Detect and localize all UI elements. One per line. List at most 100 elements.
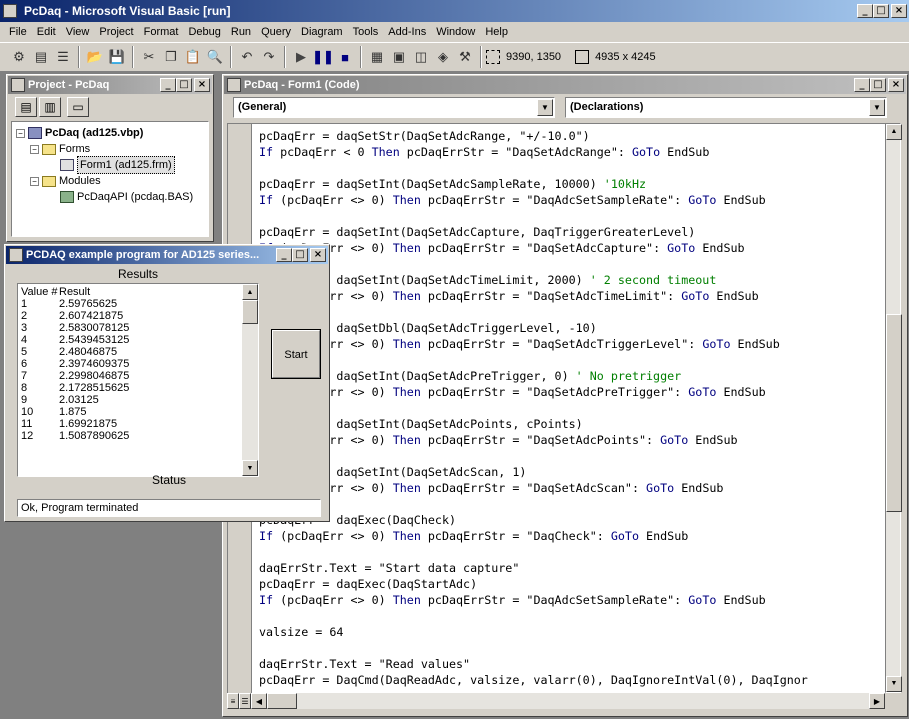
list-item[interactable]: 8 2.1728515625 — [21, 382, 239, 394]
code-line[interactable]: If (pcDaqErr <> 0) Then pcDaqErrStr = "D… — [259, 592, 808, 608]
undo-icon[interactable]: ↶ — [236, 46, 258, 68]
break-icon[interactable]: ❚❚ — [312, 46, 334, 68]
list-item[interactable]: 4 2.5439453125 — [21, 334, 239, 346]
paste-icon[interactable]: 📋 — [182, 46, 204, 68]
code-line[interactable]: If (pcDaqErr <> 0) Then pcDaqErrStr = "D… — [259, 384, 808, 400]
horizontal-scrollbar[interactable]: ◀ ▶ — [251, 693, 885, 709]
procedure-combo[interactable]: (Declarations) ▼ — [565, 97, 887, 118]
code-minimize-button[interactable]: _ — [854, 78, 870, 92]
scroll-thumb[interactable] — [886, 314, 902, 512]
code-line[interactable]: pcDaqErr = daqSetInt(DaqSetAdcPoints, cP… — [259, 416, 808, 432]
object-browser-icon[interactable]: ◈ — [432, 46, 454, 68]
object-combo[interactable]: (General) ▼ — [233, 97, 555, 118]
menu-diagram[interactable]: Diagram — [296, 26, 348, 38]
menu-file[interactable]: File — [4, 26, 32, 38]
status-field[interactable]: Ok, Program terminated — [17, 499, 321, 517]
maximize-button[interactable]: □ — [873, 4, 889, 18]
code-line[interactable] — [259, 544, 808, 560]
code-text[interactable]: pcDaqErr = daqSetStr(DaqSetAdcRange, "+/… — [259, 128, 808, 688]
dropdown-arrow-icon[interactable]: ▼ — [869, 99, 885, 116]
tree-node-project[interactable]: − PcDaq (ad125.vbp) — [16, 125, 204, 141]
project-explorer-icon[interactable]: ▦ — [366, 46, 388, 68]
code-line[interactable]: If (pcDaqErr <> 0) Then pcDaqErrStr = "D… — [259, 192, 808, 208]
add-form-icon[interactable]: ▤ — [30, 46, 52, 68]
dialog-maximize-button[interactable]: □ — [292, 248, 308, 262]
copy-icon[interactable]: ❐ — [160, 46, 182, 68]
view-object-icon[interactable]: ▥ — [39, 97, 61, 117]
project-minimize-button[interactable]: _ — [160, 78, 176, 92]
list-item[interactable]: 3 2.5830078125 — [21, 322, 239, 334]
list-item[interactable]: 2 2.607421875 — [21, 310, 239, 322]
list-item[interactable]: 5 2.48046875 — [21, 346, 239, 358]
code-line[interactable]: If (pcDaqErr <> 0) Then pcDaqErrStr = "D… — [259, 336, 808, 352]
list-item[interactable]: 10 1.875 — [21, 406, 239, 418]
code-line[interactable]: pcDaqErr = daqExec(DaqStartAdc) — [259, 576, 808, 592]
code-line[interactable] — [259, 256, 808, 272]
scroll-left-icon[interactable]: ◀ — [251, 693, 267, 709]
code-line[interactable] — [259, 448, 808, 464]
menu-project[interactable]: Project — [94, 26, 138, 38]
tree-node-forms[interactable]: − Forms — [16, 141, 204, 157]
toggle-folders-icon[interactable]: ▭ — [67, 97, 89, 117]
menu-window[interactable]: Window — [431, 26, 480, 38]
collapse-icon[interactable]: − — [30, 144, 39, 154]
code-line[interactable] — [259, 304, 808, 320]
code-line[interactable] — [259, 640, 808, 656]
code-line[interactable] — [259, 160, 808, 176]
code-line[interactable]: pcDaqErr = daqSetInt(DaqSetAdcTimeLimit,… — [259, 272, 808, 288]
scroll-up-icon[interactable]: ▲ — [242, 284, 258, 300]
code-line[interactable]: If (pcDaqErr <> 0) Then pcDaqErrStr = "D… — [259, 480, 808, 496]
open-project-icon[interactable]: 📂 — [84, 46, 106, 68]
collapse-icon[interactable]: − — [16, 128, 25, 138]
tree-node-form1[interactable]: Form1 (ad125.frm) — [16, 156, 204, 174]
code-line[interactable]: If (pcDaqErr <> 0) Then pcDaqErrStr = "D… — [259, 240, 808, 256]
properties-window-icon[interactable]: ▣ — [388, 46, 410, 68]
save-project-icon[interactable]: 💾 — [106, 46, 128, 68]
list-scroll-thumb[interactable] — [242, 300, 258, 324]
list-item[interactable]: 6 2.3974609375 — [21, 358, 239, 370]
menu-view[interactable]: View — [61, 26, 95, 38]
code-line[interactable] — [259, 496, 808, 512]
code-close-button[interactable]: × — [888, 78, 904, 92]
code-line[interactable]: If (pcDaqErr <> 0) Then pcDaqErrStr = "D… — [259, 528, 808, 544]
menu-run[interactable]: Run — [226, 26, 256, 38]
list-item[interactable]: 7 2.2998046875 — [21, 370, 239, 382]
code-line[interactable]: pcDaqErr = daqSetDbl(DaqSetAdcTriggerLev… — [259, 320, 808, 336]
menu-edit[interactable]: Edit — [32, 26, 61, 38]
tree-node-module1[interactable]: PcDaqAPI (pcdaq.BAS) — [16, 189, 204, 205]
code-line[interactable]: If (pcDaqErr <> 0) Then pcDaqErrStr = "D… — [259, 432, 808, 448]
code-line[interactable]: daqErrStr.Text = "Start data capture" — [259, 560, 808, 576]
results-listbox[interactable]: Value # Result 1 2.59765625 2 2.607421875 3 2… — [17, 283, 259, 477]
code-line[interactable]: pcDaqErr = DaqCmd(DaqReadAdc, valsize, v… — [259, 672, 808, 688]
list-item[interactable]: 9 2.03125 — [21, 394, 239, 406]
list-item[interactable]: 11 1.69921875 — [21, 418, 239, 430]
add-project-icon[interactable]: ⚙ — [8, 46, 30, 68]
scroll-right-icon[interactable]: ▶ — [869, 693, 885, 709]
menu-add-ins[interactable]: Add-Ins — [383, 26, 431, 38]
start-icon[interactable]: ▶ — [290, 46, 312, 68]
redo-icon[interactable]: ↷ — [258, 46, 280, 68]
view-code-icon[interactable]: ▤ — [15, 97, 37, 117]
code-line[interactable]: pcDaqErr = daqExec(DaqCheck) — [259, 512, 808, 528]
code-line[interactable]: pcDaqErr = daqSetInt(DaqSetAdcSampleRate… — [259, 176, 808, 192]
scroll-down-icon[interactable]: ▼ — [886, 676, 902, 692]
project-maximize-button[interactable]: □ — [176, 78, 192, 92]
menu-debug[interactable]: Debug — [183, 26, 225, 38]
code-line[interactable]: If (pcDaqErr <> 0) Then pcDaqErrStr = "D… — [259, 288, 808, 304]
end-icon[interactable]: ■ — [334, 46, 356, 68]
tree-node-modules[interactable]: − Modules — [16, 173, 204, 189]
minimize-button[interactable]: _ — [857, 4, 873, 18]
cut-icon[interactable]: ✂ — [138, 46, 160, 68]
dropdown-arrow-icon[interactable]: ▼ — [537, 99, 553, 116]
project-close-button[interactable]: × — [194, 78, 210, 92]
menu-editor-icon[interactable]: ☰ — [52, 46, 74, 68]
procedure-view-icon[interactable]: ≡ — [227, 693, 239, 709]
menu-query[interactable]: Query — [256, 26, 296, 38]
collapse-icon[interactable]: − — [30, 176, 39, 186]
form-layout-icon[interactable]: ◫ — [410, 46, 432, 68]
scroll-up-icon[interactable]: ▲ — [886, 124, 902, 140]
list-item[interactable]: 12 1.5087890625 — [21, 430, 239, 442]
code-line[interactable]: If pcDaqErr < 0 Then pcDaqErrStr = "DaqS… — [259, 144, 808, 160]
hscroll-thumb[interactable] — [267, 693, 297, 709]
toolbox-icon[interactable]: ⚒ — [454, 46, 476, 68]
